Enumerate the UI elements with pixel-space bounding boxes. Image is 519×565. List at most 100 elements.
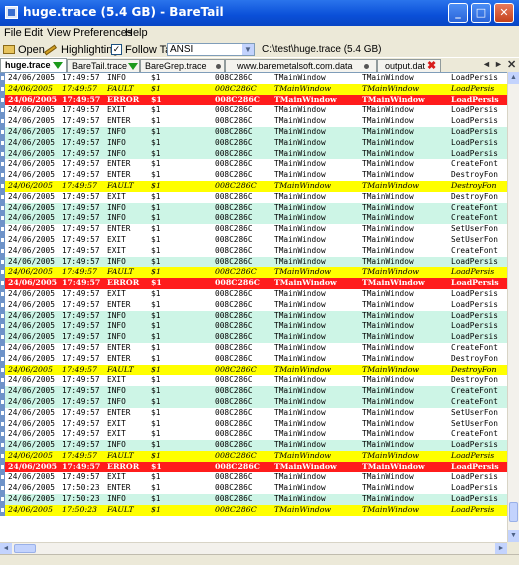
menu-preferences[interactable]: Preferences [73,27,132,39]
menu-view[interactable]: View [47,27,71,39]
bookmark-gutter-icon[interactable] [0,94,5,106]
bookmark-gutter-icon[interactable] [0,234,5,246]
bookmark-gutter-icon[interactable] [0,418,5,430]
log-row-exit[interactable]: 24/06/2005 17:49:57 EXIT $1 008C286C TMainWin… [0,191,507,203]
log-row-exit[interactable]: 24/06/2005 17:49:57 EXIT $1 008C286C TMainWin… [0,375,507,387]
bookmark-gutter-icon[interactable] [0,396,5,408]
bookmark-gutter-icon[interactable] [0,170,5,181]
bookmark-gutter-icon[interactable] [0,386,5,397]
tab-huge-trace[interactable]: huge.trace [0,58,67,72]
bookmark-gutter-icon[interactable] [0,504,5,516]
log-row-info[interactable]: 24/06/2005 17:49:57 INFO $1 008C286C TMainWin… [0,137,507,149]
bookmark-gutter-icon[interactable] [0,321,5,333]
close-tab-icon[interactable]: ✕ [507,58,516,71]
bookmark-gutter-icon[interactable] [0,105,5,117]
chevron-down-icon[interactable]: ▼ [242,44,254,55]
bookmark-gutter-icon[interactable] [0,159,5,171]
bookmark-gutter-icon[interactable] [0,407,5,419]
bookmark-gutter-icon[interactable] [0,256,5,268]
bookmark-gutter-icon[interactable] [0,180,5,192]
log-row-info[interactable]: 24/06/2005 17:49:57 INFO $1 008C286C TMainWin… [0,440,507,451]
menu-edit[interactable]: Edit [24,27,43,39]
log-row-enter[interactable]: 24/06/2005 17:49:57 ENTER $1 008C286C TMainWi… [0,116,507,127]
log-row-exit[interactable]: 24/06/2005 17:49:57 EXIT $1 008C286C TMainWin… [0,418,507,430]
bookmark-gutter-icon[interactable] [0,245,5,257]
log-row-exit[interactable]: 24/06/2005 17:49:57 EXIT $1 008C286C TMainWin… [0,245,507,257]
bookmark-gutter-icon[interactable] [0,429,5,441]
tab-baremetalsoft-data[interactable]: www.baremetalsoft.com.data [225,59,377,72]
horizontal-scrollbar[interactable]: ◄ ► [0,542,507,554]
log-row-fault[interactable]: 24/06/2005 17:49:57 FAULT $1 008C286C TMainWi… [0,180,507,192]
title-bar[interactable]: huge.trace (5.4 GB) - BareTail _ □ ✕ [0,0,519,26]
tab-scroll-right-icon[interactable]: ► [494,59,503,69]
bookmark-gutter-icon[interactable] [0,116,5,127]
scroll-right-icon[interactable]: ► [495,543,507,554]
vertical-scrollbar[interactable]: ▲ ▼ [507,72,519,542]
log-row-enter[interactable]: 24/06/2005 17:49:57 ENTER $1 008C286C TMainWi… [0,407,507,419]
log-row-enter[interactable]: 24/06/2005 17:49:57 ENTER $1 008C286C TMainWi… [0,159,507,171]
log-row-enter[interactable]: 24/06/2005 17:49:57 INFO $1 008C286C TMainWin… [0,73,507,84]
bookmark-gutter-icon[interactable] [0,310,5,322]
log-row-exit[interactable]: 24/06/2005 17:49:57 EXIT $1 008C286C TMainWin… [0,429,507,441]
tab-output-dat[interactable]: output.dat ✖ [377,59,441,72]
log-row-info[interactable]: 24/06/2005 17:49:57 INFO $1 008C286C TMainWin… [0,202,507,214]
log-row-error[interactable]: 24/06/2005 17:49:57 ERROR $1 008C286C TMainWi… [0,278,507,289]
encoding-select[interactable]: ANSI ▼ [167,43,255,56]
bookmark-gutter-icon[interactable] [0,213,5,225]
log-row-info[interactable]: 24/06/2005 17:49:57 INFO $1 008C286C TMainWin… [0,310,507,322]
log-row-exit[interactable]: 24/06/2005 17:49:57 EXIT $1 008C286C TMainWin… [0,234,507,246]
bookmark-gutter-icon[interactable] [0,342,5,354]
log-row-info[interactable]: 24/06/2005 17:49:57 INFO $1 008C286C TMainWin… [0,148,507,160]
close-button[interactable]: ✕ [494,3,514,23]
bookmark-gutter-icon[interactable] [0,332,5,343]
log-view[interactable]: 24/06/2005 17:49:57 INFO $1 008C286C TMainWin… [0,72,507,543]
scroll-down-icon[interactable]: ▼ [508,530,519,542]
log-row-info[interactable]: 24/06/2005 17:49:57 INFO $1 008C286C TMainWin… [0,396,507,408]
log-row-enter[interactable]: 24/06/2005 17:49:57 ENTER $1 008C286C TMainWi… [0,353,507,365]
bookmark-gutter-icon[interactable] [0,202,5,214]
bookmark-gutter-icon[interactable] [0,148,5,160]
menu-help[interactable]: Help [125,27,148,39]
open-button[interactable]: Open [3,42,45,57]
minimize-button[interactable]: _ [448,3,468,23]
log-row-fault[interactable]: 24/06/2005 17:49:57 FAULT $1 008C286C TMainWi… [0,364,507,376]
log-row-fault[interactable]: 24/06/2005 17:49:57 FAULT $1 008C286C TMainWi… [0,83,507,95]
horizontal-scroll-thumb[interactable] [14,544,36,553]
log-row-exit[interactable]: 24/06/2005 17:49:57 EXIT $1 008C286C TMainWin… [0,288,507,300]
bookmark-gutter-icon[interactable] [0,288,5,300]
log-row-exit[interactable]: 24/06/2005 17:49:57 EXIT $1 008C286C TMainWin… [0,472,507,484]
bookmark-gutter-icon[interactable] [0,440,5,451]
log-row-info[interactable]: 24/06/2005 17:49:57 INFO $1 008C286C TMainWin… [0,332,507,343]
log-row-info[interactable]: 24/06/2005 17:50:23 INFO $1 008C286C TMainWin… [0,494,507,505]
bookmark-gutter-icon[interactable] [0,461,5,473]
log-row-fault[interactable]: 24/06/2005 17:49:57 FAULT $1 008C286C TMainWi… [0,267,507,279]
log-row-enter[interactable]: 24/06/2005 17:50:23 ENTER $1 008C286C TMainWi… [0,483,507,495]
bookmark-gutter-icon[interactable] [0,278,5,289]
log-row-enter[interactable]: 24/06/2005 17:49:57 ENTER $1 008C286C TMainWi… [0,342,507,354]
vertical-scroll-thumb[interactable] [509,502,518,522]
highlighting-button[interactable]: Highlighting [44,42,118,57]
scroll-up-icon[interactable]: ▲ [508,72,519,84]
bookmark-gutter-icon[interactable] [0,126,5,138]
bookmark-gutter-icon[interactable] [0,494,5,505]
log-row-fault[interactable]: 24/06/2005 17:50:23 FAULT $1 008C286C TMainWi… [0,504,507,516]
maximize-button[interactable]: □ [471,3,491,23]
tab-baregrep-trace[interactable]: BareGrep.trace [140,59,225,72]
bookmark-gutter-icon[interactable] [0,299,5,311]
bookmark-gutter-icon[interactable] [0,375,5,387]
close-icon[interactable]: ✖ [427,60,436,72]
bookmark-gutter-icon[interactable] [0,73,5,84]
log-row-info[interactable]: 24/06/2005 17:49:57 INFO $1 008C286C TMainWin… [0,321,507,333]
log-row-info[interactable]: 24/06/2005 17:49:57 INFO $1 008C286C TMainWin… [0,256,507,268]
log-row-fault[interactable]: 24/06/2005 17:49:57 FAULT $1 008C286C TMainWi… [0,450,507,462]
log-row-enter[interactable]: 24/06/2005 17:49:57 ENTER $1 008C286C TMainWi… [0,224,507,235]
log-row-error[interactable]: 24/06/2005 17:49:57 ERROR $1 008C286C TMainWi… [0,461,507,473]
bookmark-gutter-icon[interactable] [0,83,5,95]
tab-scroll-left-icon[interactable]: ◄ [482,59,491,69]
bookmark-gutter-icon[interactable] [0,364,5,376]
bookmark-gutter-icon[interactable] [0,353,5,365]
bookmark-gutter-icon[interactable] [0,137,5,149]
log-row-info[interactable]: 24/06/2005 17:49:57 INFO $1 008C286C TMainWin… [0,386,507,397]
scroll-left-icon[interactable]: ◄ [0,543,12,554]
bookmark-gutter-icon[interactable] [0,450,5,462]
